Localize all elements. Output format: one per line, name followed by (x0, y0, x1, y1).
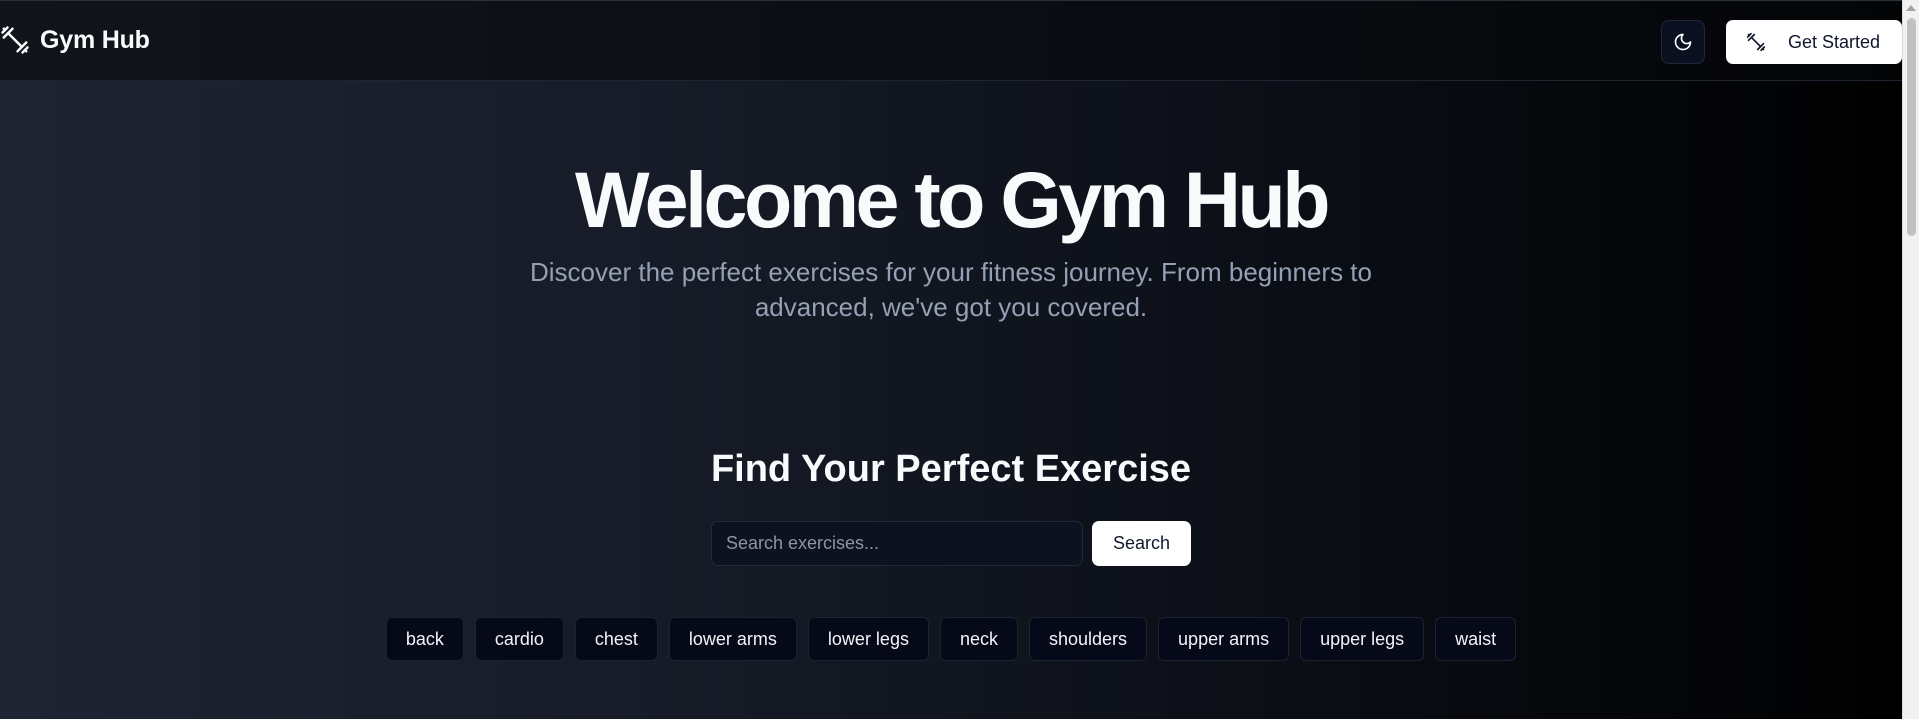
brand-name: Gym Hub (40, 25, 150, 54)
dumbbell-icon (1, 26, 29, 54)
category-chip-lower-legs[interactable]: lower legs (807, 617, 929, 661)
vertical-scrollbar[interactable] (1902, 0, 1919, 719)
section-title: Find Your Perfect Exercise (710, 448, 1192, 490)
theme-toggle-button[interactable] (1661, 20, 1705, 64)
brand[interactable]: Gym Hub (0, 25, 150, 55)
hero-title: Welcome to Gym Hub (575, 155, 1331, 244)
get-started-label: Get Started (1788, 31, 1881, 52)
scroll-up-arrow-icon[interactable] (1906, 5, 1916, 11)
hero-subtitle: Discover the perfect exercises for your … (530, 257, 1372, 322)
moon-icon (1674, 33, 1692, 51)
dumbbell-icon (1746, 32, 1766, 52)
category-filter-list: back cardio chest lower arms lower legs … (0, 617, 1902, 661)
category-chip-shoulders[interactable]: shoulders (1029, 617, 1148, 661)
category-chip-neck[interactable]: neck (939, 617, 1018, 661)
category-chip-waist[interactable]: waist (1435, 617, 1517, 661)
category-chip-cardio[interactable]: cardio (474, 617, 564, 661)
category-chip-chest[interactable]: chest (574, 617, 658, 661)
get-started-button[interactable]: Get Started (1726, 20, 1902, 64)
scrollbar-thumb[interactable] (1907, 18, 1916, 236)
category-chip-lower-arms[interactable]: lower arms (668, 617, 797, 661)
category-chip-upper-arms[interactable]: upper arms (1158, 617, 1290, 661)
top-navbar: Gym Hub Get Started (0, 0, 1902, 81)
app-viewport: Gym Hub Get Started Welcome to Gym Hub D… (0, 0, 1919, 719)
category-chip-back[interactable]: back (385, 617, 464, 661)
search-input[interactable] (711, 521, 1083, 566)
category-chip-upper-legs[interactable]: upper legs (1300, 617, 1425, 661)
search-button[interactable]: Search (1092, 521, 1191, 566)
